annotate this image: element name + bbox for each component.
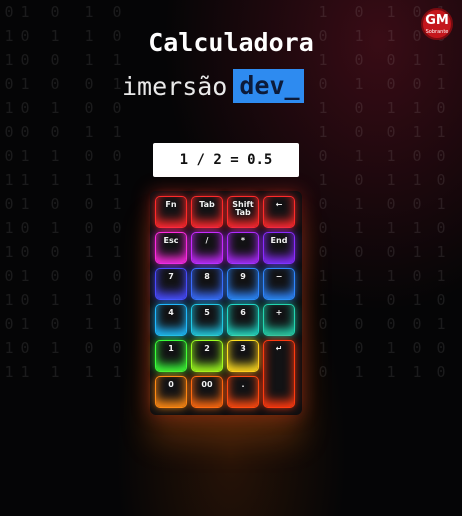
key-fn[interactable]: Fn xyxy=(156,197,186,227)
key-end[interactable]: End xyxy=(264,233,294,263)
key-shift-tab[interactable]: Shift Tab xyxy=(228,197,258,227)
key-enter[interactable]: ↵ xyxy=(264,341,294,407)
key-esc[interactable]: Esc xyxy=(156,233,186,263)
key-0[interactable]: 0 xyxy=(156,377,186,407)
key-7[interactable]: 7 xyxy=(156,269,186,299)
dev-tag: dev_ xyxy=(233,69,304,103)
matrix-digit-column: 1010110100011010 xyxy=(318,3,328,381)
matrix-digit-column: 0101001011011001 xyxy=(354,3,364,381)
key-00[interactable]: 00 xyxy=(192,377,222,407)
key-5[interactable]: 5 xyxy=(192,305,222,335)
key-decimal[interactable]: . xyxy=(228,377,258,407)
key-divide[interactable]: / xyxy=(192,233,222,263)
key-backspace[interactable]: ← xyxy=(264,197,294,227)
matrix-digit-column: 1001001110010101 xyxy=(20,3,30,381)
matrix-digit-column: 1011010010110100 xyxy=(436,3,446,381)
key-1[interactable]: 1 xyxy=(156,341,186,371)
matrix-digit-column: 0100101101001011 xyxy=(50,3,60,381)
page-title: Calculadora xyxy=(148,28,314,57)
logo-mark: GM xyxy=(425,13,449,28)
key-plus[interactable]: + xyxy=(264,305,294,335)
key-9[interactable]: 9 xyxy=(228,269,258,299)
key-2[interactable]: 2 xyxy=(192,341,222,371)
page-subtitle: imersão dev_ xyxy=(122,68,304,104)
matrix-digit-column: 1100101101010011 xyxy=(386,3,396,381)
matrix-digit-column: 0110100101101011 xyxy=(4,3,14,381)
key-6[interactable]: 6 xyxy=(228,305,258,335)
calculator-keypad: Fn Tab Shift Tab ← Esc / * End 7 8 9−4 5 6 +1 2 3 0 00. ↵ xyxy=(150,191,302,415)
key-minus[interactable]: − xyxy=(264,269,294,299)
subtitle-prefix: imersão xyxy=(122,71,228,101)
matrix-digit-column: 0010110101101001 xyxy=(412,3,422,381)
calculator-display: 1 / 2 = 0.5 xyxy=(153,143,299,177)
key-multiply[interactable]: * xyxy=(228,233,258,263)
key-4[interactable]: 4 xyxy=(156,305,186,335)
key-8[interactable]: 8 xyxy=(192,269,222,299)
matrix-digit-column: 1110010100101101 xyxy=(84,3,94,381)
key-3[interactable]: 3 xyxy=(228,341,258,371)
matrix-digit-column: 0011010110100101 xyxy=(112,3,122,381)
key-tab[interactable]: Tab xyxy=(192,197,222,227)
